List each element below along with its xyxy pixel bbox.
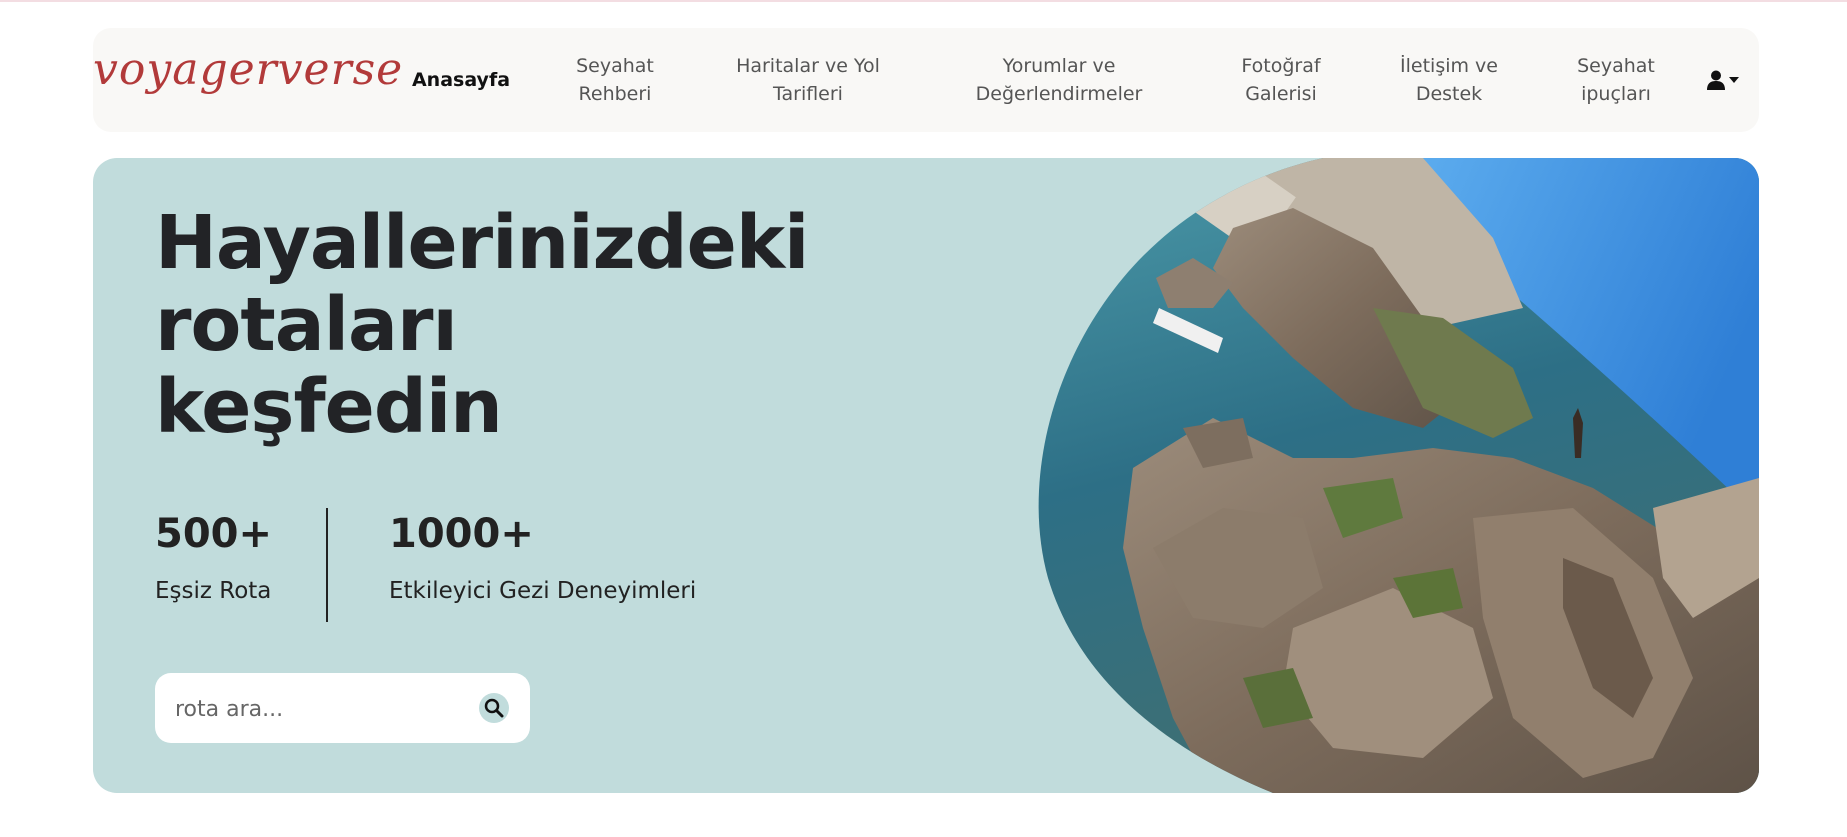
hero-title-line: Hayallerinizdeki <box>155 200 809 286</box>
search-icon <box>484 698 504 718</box>
caret-down-icon <box>1729 77 1739 83</box>
search-button[interactable] <box>479 693 509 723</box>
user-icon <box>1707 70 1725 90</box>
stat-divider <box>326 508 328 622</box>
nav-link-label: Rehberi <box>578 83 652 105</box>
nav-link-fotograf-galerisi[interactable]: Fotoğraf Galerisi <box>1241 52 1320 108</box>
top-border <box>0 0 1847 2</box>
nav-link-label: ipuçları <box>1581 83 1651 105</box>
stat-unique-routes: 500+ Eşsiz Rota <box>155 510 272 604</box>
nav-link-haritalar[interactable]: Haritalar ve Yol Tarifleri <box>736 52 880 108</box>
nav-link-label: Değerlendirmeler <box>975 83 1143 105</box>
nav-link-label: Fotoğraf <box>1241 55 1321 77</box>
user-menu-toggle[interactable] <box>1707 66 1747 94</box>
nav-link-label: Galerisi <box>1245 83 1317 105</box>
route-search-input[interactable] <box>173 689 467 729</box>
nav-link-label: Seyahat <box>576 55 654 77</box>
nav-link-seyahat-rehberi[interactable]: Seyahat Rehberi <box>576 52 654 108</box>
stat-value: 1000+ <box>389 511 534 557</box>
route-search-box <box>155 673 530 743</box>
stat-label: Eşsiz Rota <box>155 578 272 604</box>
nav-link-label: Seyahat <box>1577 55 1655 77</box>
nav-link-seyahat-ipuclari[interactable]: Seyahat ipuçları <box>1577 52 1655 108</box>
nav-link-label: Yorumlar ve <box>1002 55 1116 77</box>
navbar: voyagerverse Anasayfa Seyahat Rehberi Ha… <box>93 28 1759 132</box>
nav-link-label: Anasayfa <box>411 69 511 91</box>
nav-link-label: Destek <box>1415 83 1483 105</box>
hero-title: Hayallerinizdeki rotaları keşfedin <box>155 200 809 450</box>
nav-link-label: Haritalar ve Yol <box>736 55 880 77</box>
stat-value: 500+ <box>155 511 273 557</box>
hero-title-line: keşfedin <box>155 364 503 450</box>
nav-link-iletisim[interactable]: İletişim ve Destek <box>1400 52 1498 108</box>
nav-link-label: İletişim ve <box>1400 55 1498 77</box>
nav-link-label: Tarifleri <box>773 83 843 105</box>
hero-section: Hayallerinizdeki rotaları keşfedin 500+ … <box>93 158 1759 793</box>
stat-experiences: 1000+ Etkileyici Gezi Deneyimleri <box>389 510 696 604</box>
hero-title-line: rotaları <box>155 282 458 368</box>
brand-logo[interactable]: voyagerverse <box>93 44 403 95</box>
nav-link-anasayfa[interactable]: Anasayfa <box>412 66 510 94</box>
nav-link-yorumlar[interactable]: Yorumlar ve Değerlendirmeler <box>976 52 1143 108</box>
stat-label: Etkileyici Gezi Deneyimleri <box>389 578 697 604</box>
